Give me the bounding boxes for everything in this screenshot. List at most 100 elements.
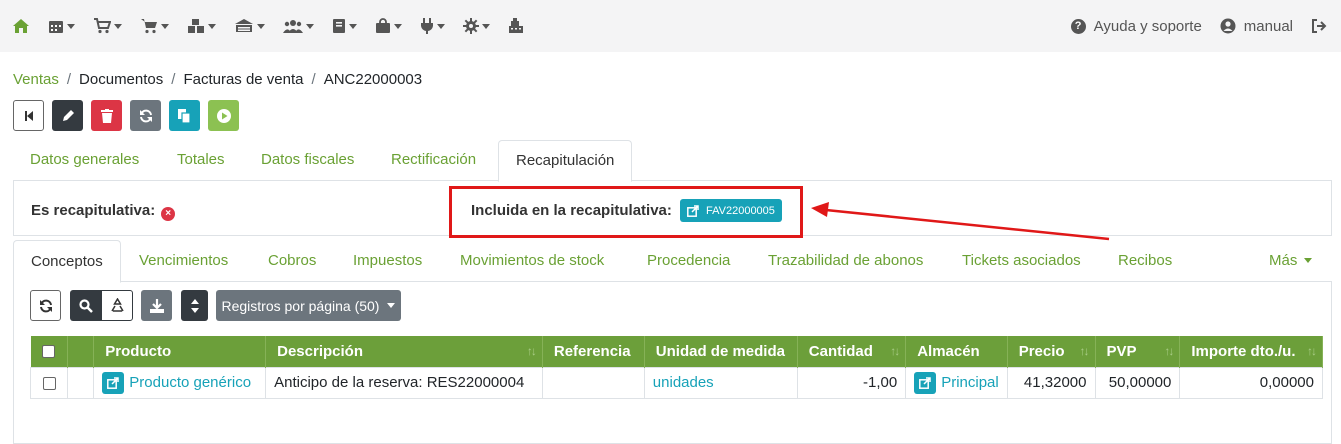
col-importe-label: Importe dto./u.: [1191, 342, 1296, 360]
download-button[interactable]: [141, 290, 172, 321]
sort-icon: ↑↓: [1079, 344, 1090, 358]
almacen-link[interactable]: Principal: [941, 373, 999, 390]
tab-recibos[interactable]: Recibos: [1101, 240, 1189, 282]
per-page-dropdown[interactable]: Registros por página (50): [216, 290, 401, 321]
refresh-button[interactable]: [130, 100, 161, 131]
detail-tabs: Conceptos Vencimientos Cobros Impuestos …: [13, 240, 1332, 283]
external-link-icon[interactable]: [914, 371, 937, 394]
col-cantidad-label: Cantidad: [808, 342, 873, 360]
users-icon: [283, 20, 303, 33]
caret-down-icon: [387, 303, 396, 308]
breadcrumb: Ventas / Documentos / Facturas de venta / ANC2…: [13, 71, 423, 88]
action-buttons: [13, 100, 247, 131]
tab-conceptos[interactable]: Conceptos: [13, 240, 121, 283]
es-recapitulativa: Es recapitulativa: ×: [31, 202, 176, 221]
accounting-menu[interactable]: [234, 18, 265, 34]
main-menu: [12, 0, 542, 52]
user-link[interactable]: manual: [1220, 18, 1293, 35]
user-label: manual: [1243, 17, 1293, 35]
col-precio[interactable]: Precio ↑↓: [1007, 336, 1096, 367]
plugins-menu[interactable]: [420, 18, 445, 34]
edit-button[interactable]: [52, 100, 83, 131]
col-unidad[interactable]: Unidad de medida: [644, 336, 798, 367]
sales-menu[interactable]: [140, 18, 169, 34]
users-menu[interactable]: [283, 18, 314, 34]
gear-icon: [463, 18, 479, 34]
producto-link[interactable]: Producto genérico: [129, 373, 251, 390]
cart-icon: [141, 19, 157, 34]
col-pvp[interactable]: PVP ↑↓: [1095, 336, 1181, 367]
col-descripcion[interactable]: Descripción ↑↓: [265, 336, 543, 367]
recap-invoice-link[interactable]: FAV22000005: [680, 199, 782, 222]
boxes-icon: [188, 19, 204, 33]
plug-icon: [421, 18, 433, 34]
tab-recapitulacion[interactable]: Recapitulación: [498, 140, 633, 182]
sort-button[interactable]: [181, 290, 208, 321]
cell-unidad: unidades: [643, 366, 798, 399]
external-link-icon: [687, 204, 699, 217]
col-referencia[interactable]: Referencia: [542, 336, 645, 367]
warehouse-menu[interactable]: [187, 18, 216, 34]
settings-menu[interactable]: [463, 18, 490, 34]
top-navbar: ? Ayuda y soporte manual: [0, 0, 1341, 52]
question-icon: ?: [1070, 18, 1086, 34]
calendar-menu[interactable]: [48, 18, 75, 34]
delete-button[interactable]: [91, 100, 122, 131]
cell-producto[interactable]: Producto genérico: [93, 366, 267, 399]
step-back-icon: [24, 110, 33, 121]
tab-impuestos[interactable]: Impuestos: [336, 240, 439, 282]
shop-menu[interactable]: [375, 18, 402, 34]
help-link[interactable]: ? Ayuda y soporte: [1070, 17, 1202, 35]
breadcrumb-ventas[interactable]: Ventas: [13, 71, 59, 88]
tab-rectificacion[interactable]: Rectificación: [374, 140, 493, 181]
recycle-button[interactable]: [101, 290, 133, 321]
tab-vencimientos[interactable]: Vencimientos: [122, 240, 245, 282]
back-button[interactable]: [13, 100, 44, 131]
sync-icon: [139, 109, 152, 122]
search-button[interactable]: [70, 290, 101, 321]
logout-icon[interactable]: [1311, 18, 1327, 34]
handle-header: [67, 336, 95, 367]
col-cantidad[interactable]: Cantidad ↑↓: [797, 336, 907, 367]
unidad-link[interactable]: unidades: [653, 374, 714, 391]
sort-icon: ↑↓: [1307, 344, 1317, 358]
tab-totales[interactable]: Totales: [160, 140, 242, 181]
reports-menu[interactable]: [332, 18, 357, 34]
tab-movimientos-stock[interactable]: Movimientos de stock: [443, 240, 621, 282]
more-tabs-dropdown[interactable]: Más: [1252, 240, 1329, 282]
row-handle-cell: [67, 366, 95, 399]
play-button[interactable]: [208, 100, 239, 131]
purchases-menu[interactable]: [93, 18, 122, 34]
select-all-checkbox[interactable]: [42, 345, 56, 359]
tab-datos-generales[interactable]: Datos generales: [13, 140, 156, 181]
row-checkbox[interactable]: [42, 376, 56, 390]
cell-almacen[interactable]: Principal: [905, 366, 1008, 399]
tab-trazabilidad[interactable]: Trazabilidad de abonos: [751, 240, 940, 282]
copy-button[interactable]: [169, 100, 200, 131]
tab-procedencia[interactable]: Procedencia: [630, 240, 747, 282]
es-recapitulativa-label: Es recapitulativa:: [31, 202, 156, 219]
col-almacen[interactable]: Almacén: [905, 336, 1008, 367]
bank-icon: [235, 19, 253, 32]
chevron-down-icon: [1304, 258, 1313, 263]
external-link-icon[interactable]: [102, 371, 125, 394]
pencil-icon: [62, 109, 74, 121]
col-producto[interactable]: Producto: [93, 336, 267, 367]
breadcrumb-facturas: Facturas de venta: [183, 71, 304, 88]
reload-list-button[interactable]: [30, 290, 61, 321]
more-label: Más: [1269, 252, 1298, 269]
col-importe[interactable]: Importe dto./u. ↑↓: [1179, 336, 1323, 367]
tab-tickets[interactable]: Tickets asociados: [945, 240, 1098, 282]
tab-datos-fiscales[interactable]: Datos fiscales: [244, 140, 371, 181]
pos-icon[interactable]: [508, 18, 524, 34]
breadcrumb-documentos: Documentos: [79, 71, 164, 88]
home-icon[interactable]: [12, 18, 30, 34]
tab-cobros[interactable]: Cobros: [251, 240, 333, 282]
help-label: Ayuda y soporte: [1093, 17, 1202, 35]
col-precio-label: Precio: [1018, 342, 1065, 360]
times-circle-icon: ×: [161, 206, 176, 221]
incluida-label: Incluida en la recapitulativa:: [471, 202, 672, 219]
shopping-bag-icon: [376, 18, 390, 33]
recap-panel: Es recapitulativa: × Incluida en la recap…: [13, 181, 1332, 238]
user-circle-icon: [1220, 18, 1236, 34]
